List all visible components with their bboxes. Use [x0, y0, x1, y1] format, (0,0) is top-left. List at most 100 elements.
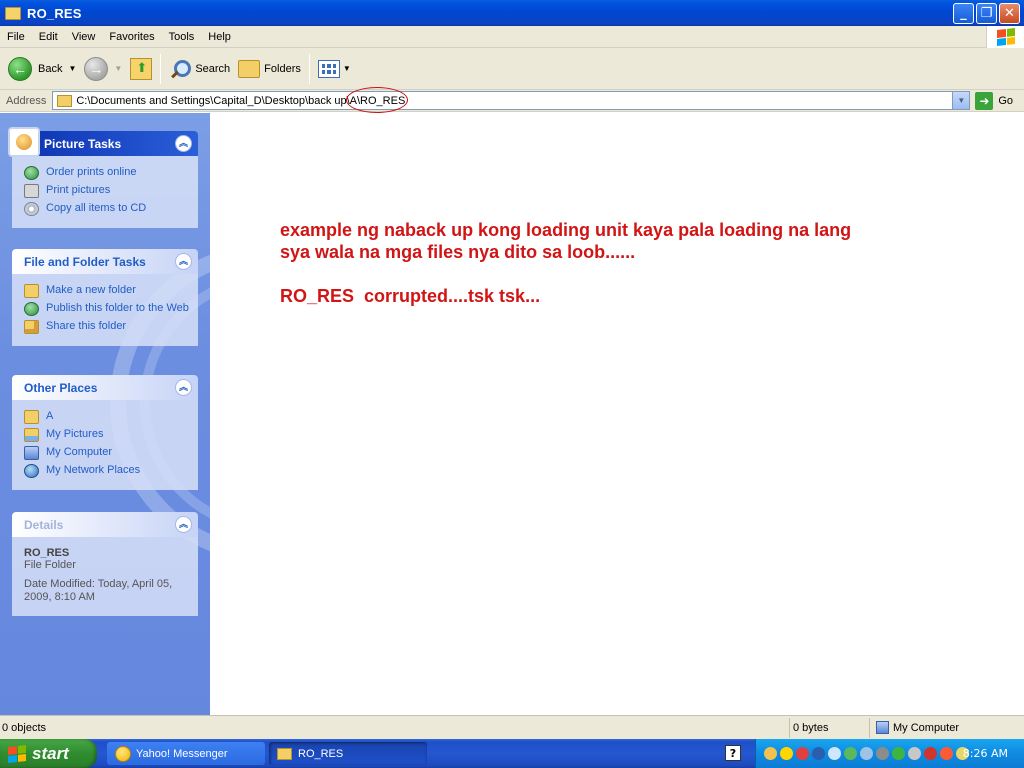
task-make-new-folder[interactable]: Make a new folder [24, 284, 190, 298]
task-pane[interactable]: Picture Tasks ︽ Order prints online Prin… [0, 113, 210, 715]
address-bar: Address C:\Documents and Settings\Capita… [0, 87, 1024, 113]
windows-logo [986, 26, 1024, 48]
maximize-button[interactable]: ❐ [976, 3, 997, 24]
network-places-icon [24, 464, 39, 478]
annotation-line-2: sya wala na mga files nya dito sa loob..… [280, 242, 636, 262]
views-button[interactable]: ▼ [314, 52, 355, 86]
title-bar[interactable]: RO_RES _ ❐ ✕ [0, 0, 1024, 26]
address-input[interactable]: C:\Documents and Settings\Capital_D\Desk… [52, 87, 971, 113]
details-type: File Folder [24, 559, 76, 571]
forward-button[interactable]: → ▼ [80, 52, 126, 86]
task-label: Order prints online [46, 166, 137, 178]
place-label: A [46, 410, 54, 422]
windows-flag-icon [996, 28, 1015, 46]
collapse-chevron-icon[interactable]: ︽ [175, 135, 192, 152]
taskbar-ro-res[interactable]: RO_RES [269, 742, 427, 765]
other-places-body: A My Pictures My Computer My Network Pla… [12, 400, 198, 490]
help-icon[interactable]: ? [725, 745, 741, 761]
details-modified: Date Modified: Today, April 05, 2009, 8:… [24, 578, 173, 603]
place-my-pictures[interactable]: My Pictures [24, 428, 190, 442]
back-dropdown-icon[interactable]: ▼ [68, 64, 76, 73]
details-name: RO_RES [24, 547, 70, 559]
restore-icon: ❐ [980, 6, 993, 21]
place-my-computer[interactable]: My Computer [24, 446, 190, 460]
details-header[interactable]: Details ︽ [12, 512, 198, 537]
tray-shield-icon[interactable] [924, 747, 937, 760]
toolbar-separator [308, 53, 310, 84]
taskbar-clock: 8:26 AM [962, 747, 1008, 760]
tray-display-icon[interactable] [876, 747, 889, 760]
task-label: Publish this folder to the Web [46, 302, 189, 314]
task-order-prints[interactable]: Order prints online [24, 166, 190, 180]
search-icon [169, 58, 192, 80]
start-button[interactable]: start [0, 739, 97, 768]
close-icon: ✕ [1004, 6, 1015, 21]
tray-update-icon[interactable] [844, 747, 857, 760]
tray-q-icon[interactable] [812, 747, 825, 760]
status-objects: 0 objects [0, 717, 790, 738]
details-panel: Details ︽ RO_RES File Folder Date Modifi… [12, 512, 198, 616]
views-icon [317, 59, 340, 78]
minimize-icon: _ [960, 6, 967, 21]
tray-messenger-icon[interactable] [764, 747, 777, 760]
folder-content-area[interactable]: example ng naback up kong loading unit k… [210, 113, 1024, 715]
task-label: Print pictures [46, 184, 111, 196]
close-button[interactable]: ✕ [999, 3, 1020, 24]
tray-antivirus-icon[interactable] [796, 747, 809, 760]
back-arrow-icon: ← [8, 56, 32, 81]
menu-tools[interactable]: Tools [162, 31, 202, 43]
task-print-pictures[interactable]: Print pictures [24, 184, 190, 198]
toolbar: ← Back ▼ → ▼ Search Folders ▼ [0, 48, 1024, 90]
menu-view[interactable]: View [65, 31, 103, 43]
go-button[interactable]: ➜ Go [975, 91, 1013, 110]
taskbar-yahoo-messenger[interactable]: Yahoo! Messenger [107, 742, 265, 765]
place-label: My Computer [46, 446, 113, 458]
windows-flag-icon [8, 744, 26, 763]
my-computer-icon [876, 721, 889, 734]
place-my-network-places[interactable]: My Network Places [24, 464, 190, 478]
task-label: Copy all items to CD [46, 202, 147, 214]
folder-icon [277, 747, 292, 760]
up-button[interactable] [126, 52, 156, 86]
forward-dropdown-icon[interactable]: ▼ [114, 64, 122, 73]
menu-favorites[interactable]: Favorites [102, 31, 161, 43]
task-label: Make a new folder [46, 284, 136, 296]
folder-icon [5, 6, 21, 20]
back-button[interactable]: ← Back ▼ [4, 52, 80, 86]
tray-arrow-icon[interactable] [940, 747, 953, 760]
status-location: My Computer [893, 721, 960, 734]
start-label: start [32, 743, 69, 763]
tray-device-icon[interactable] [860, 747, 873, 760]
my-pictures-icon [24, 428, 39, 442]
address-label: Address [6, 94, 47, 107]
window-title: RO_RES [27, 5, 82, 21]
cd-icon [24, 202, 39, 216]
panel-title: Picture Tasks [44, 136, 122, 151]
forward-arrow-icon: → [84, 56, 109, 81]
file-folder-tasks-header[interactable]: File and Folder Tasks ︽ [12, 249, 198, 274]
collapse-chevron-icon[interactable]: ︽ [175, 379, 192, 396]
menu-help[interactable]: Help [201, 31, 238, 43]
address-dropdown-button[interactable]: ▼ [952, 92, 970, 109]
task-copy-to-cd[interactable]: Copy all items to CD [24, 202, 190, 216]
status-location-seg: My Computer [870, 718, 1024, 738]
system-tray: 8:26 AM [755, 739, 1024, 768]
tray-network-icon[interactable] [828, 747, 841, 760]
task-publish-to-web[interactable]: Publish this folder to the Web [24, 302, 190, 316]
menu-file[interactable]: File [0, 31, 32, 43]
share-folder-icon [24, 320, 39, 334]
task-share-folder[interactable]: Share this folder [24, 320, 190, 334]
tray-play-icon[interactable] [892, 747, 905, 760]
tray-speaker-icon[interactable] [908, 747, 921, 760]
other-places-header[interactable]: Other Places ︽ [12, 375, 198, 400]
red-circle-annotation [346, 87, 409, 113]
tray-yahoo-icon[interactable] [780, 747, 793, 760]
collapse-chevron-icon[interactable]: ︽ [175, 253, 192, 270]
place-label: My Pictures [46, 428, 104, 440]
search-button[interactable]: Search [165, 52, 234, 86]
folders-button[interactable]: Folders [234, 52, 305, 86]
menu-edit[interactable]: Edit [32, 31, 65, 43]
place-a[interactable]: A [24, 410, 190, 424]
collapse-chevron-icon[interactable]: ︽ [175, 516, 192, 533]
minimize-button[interactable]: _ [953, 3, 974, 24]
